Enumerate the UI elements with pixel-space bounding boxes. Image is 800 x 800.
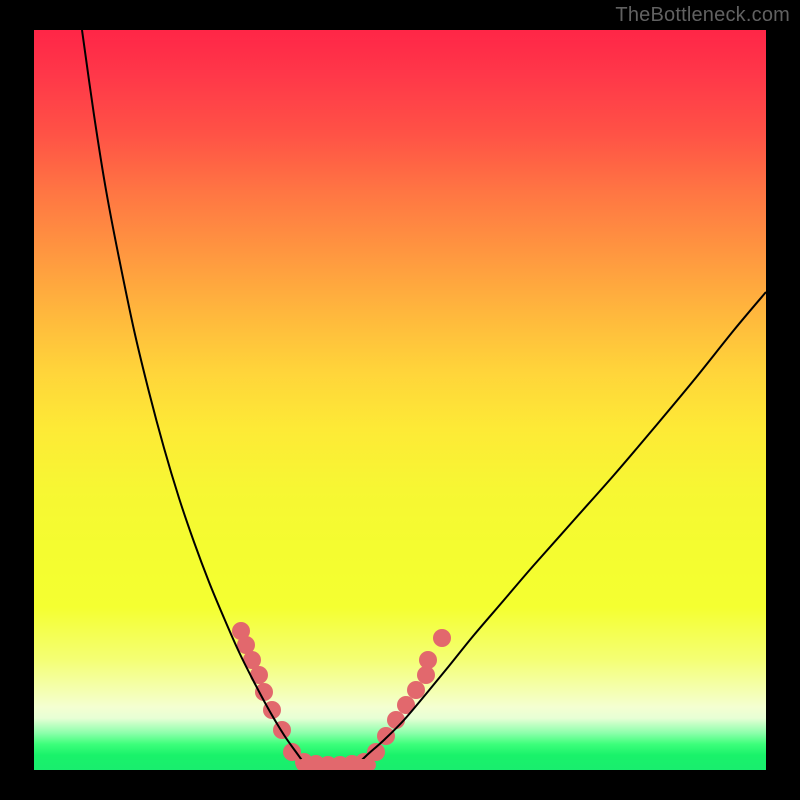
chart-stage: TheBottleneck.com — [0, 0, 800, 800]
watermark-text: TheBottleneck.com — [615, 4, 790, 27]
chart-svg — [34, 30, 766, 770]
dots-layer — [232, 622, 451, 770]
left-curve — [82, 30, 309, 770]
data-dot — [255, 683, 273, 701]
plot-area — [34, 30, 766, 770]
data-dot — [407, 681, 425, 699]
data-dot — [387, 711, 405, 729]
data-dot — [433, 629, 451, 647]
data-dot — [419, 651, 437, 669]
data-dot — [377, 727, 395, 745]
